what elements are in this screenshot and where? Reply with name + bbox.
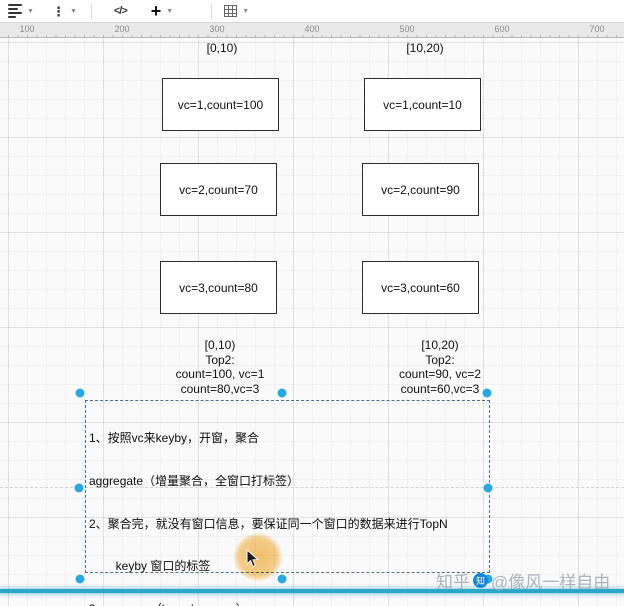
vc-count-box[interactable]: vc=3,count=80 xyxy=(160,261,277,314)
summary-line: [0,10) xyxy=(204,338,236,352)
watermark-site: 知乎 xyxy=(436,573,470,592)
toolbar: ▼ ⋮ ▼ </> + ▼ ▼ xyxy=(0,0,624,22)
summary-line: count=100, vc=1 xyxy=(175,367,265,382)
watermark-handle: @像风一样自由 xyxy=(491,573,611,592)
window-range-label[interactable]: [10,20) xyxy=(406,41,443,55)
selection-handle[interactable] xyxy=(277,388,287,398)
align-lines-icon xyxy=(8,4,22,18)
insert-button[interactable]: + ▼ xyxy=(127,2,173,20)
selection-handle[interactable] xyxy=(75,388,85,398)
zhihu-logo-icon: 知 xyxy=(473,573,488,588)
chevron-down-icon[interactable]: ▼ xyxy=(70,8,77,15)
note-line: 1、按照vc来keyby，开窗，聚合 xyxy=(89,431,260,446)
chevron-down-icon[interactable]: ▼ xyxy=(27,8,34,15)
mouse-cursor-icon xyxy=(246,549,259,568)
line-spacing-button[interactable]: ▼ xyxy=(0,4,34,18)
selection-handle[interactable] xyxy=(482,388,492,398)
selection-handle[interactable] xyxy=(74,483,84,493)
summary-line: Top2: xyxy=(425,352,455,367)
selection-handle[interactable] xyxy=(277,574,287,584)
summary-line: count=90, vc=2 xyxy=(398,367,482,382)
summary-line: count=80,vc=3 xyxy=(180,381,260,396)
vc-count-box[interactable]: vc=1,count=100 xyxy=(162,78,279,131)
ruler-tick: 400 xyxy=(304,24,320,34)
window-summary[interactable]: [10,20) Top2: count=90, vc=2 count=60,vc… xyxy=(399,338,481,396)
selection-handle[interactable] xyxy=(483,483,493,493)
diagram-editor-window: ▼ ⋮ ▼ </> + ▼ ▼ 100 200 300 400 500 600 … xyxy=(0,0,624,606)
summary-line: Top2: xyxy=(205,352,235,367)
chevron-down-icon[interactable]: ▼ xyxy=(166,8,173,15)
note-line: aggregate（增量聚合，全窗口打标签） xyxy=(89,474,300,489)
ruler-tick: 600 xyxy=(494,24,510,34)
selection-handle[interactable] xyxy=(75,574,85,584)
ruler-tick: 700 xyxy=(589,24,605,34)
vc-count-box[interactable]: vc=2,count=90 xyxy=(362,163,479,216)
note-line: 3、process（keyedprocess） xyxy=(89,602,448,606)
watermark: 知乎 知 @像风一样自由 xyxy=(436,568,610,593)
ruler-tick: 100 xyxy=(19,24,35,34)
chevron-down-icon[interactable]: ▼ xyxy=(242,8,249,15)
vc-count-box[interactable]: vc=2,count=70 xyxy=(160,163,277,216)
window-range-label[interactable]: [0,10) xyxy=(207,41,238,55)
vc-count-box[interactable]: vc=3,count=60 xyxy=(362,261,479,314)
ruler-tick: 300 xyxy=(209,24,225,34)
summary-line: [10,20) xyxy=(421,338,459,352)
diagram-canvas[interactable]: [0,10) [10,20) vc=1,count=100 vc=1,count… xyxy=(0,38,624,606)
plus-icon: + xyxy=(150,1,162,21)
ruler-tick: 200 xyxy=(114,24,130,34)
table-grid-icon xyxy=(224,5,238,17)
horizontal-ruler: 100 200 300 400 500 600 700 xyxy=(0,22,624,38)
window-summary[interactable]: [0,10) Top2: count=100, vc=1 count=80,vc… xyxy=(176,338,265,396)
summary-line: count=60,vc=3 xyxy=(400,381,480,396)
code-icon: </> xyxy=(113,5,128,17)
table-button[interactable]: ▼ xyxy=(212,5,249,17)
note-line: 2、聚合完，就没有窗口信息，要保证同一个窗口的数据来进行TopN xyxy=(89,516,448,531)
vc-count-box[interactable]: vc=1,count=10 xyxy=(364,78,481,131)
vertical-dots-icon: ⋮ xyxy=(51,3,65,19)
ruler-tick: 500 xyxy=(399,24,415,34)
vertical-dots-button[interactable]: ⋮ ▼ xyxy=(34,5,77,18)
edit-code-button[interactable]: </> xyxy=(92,5,128,17)
